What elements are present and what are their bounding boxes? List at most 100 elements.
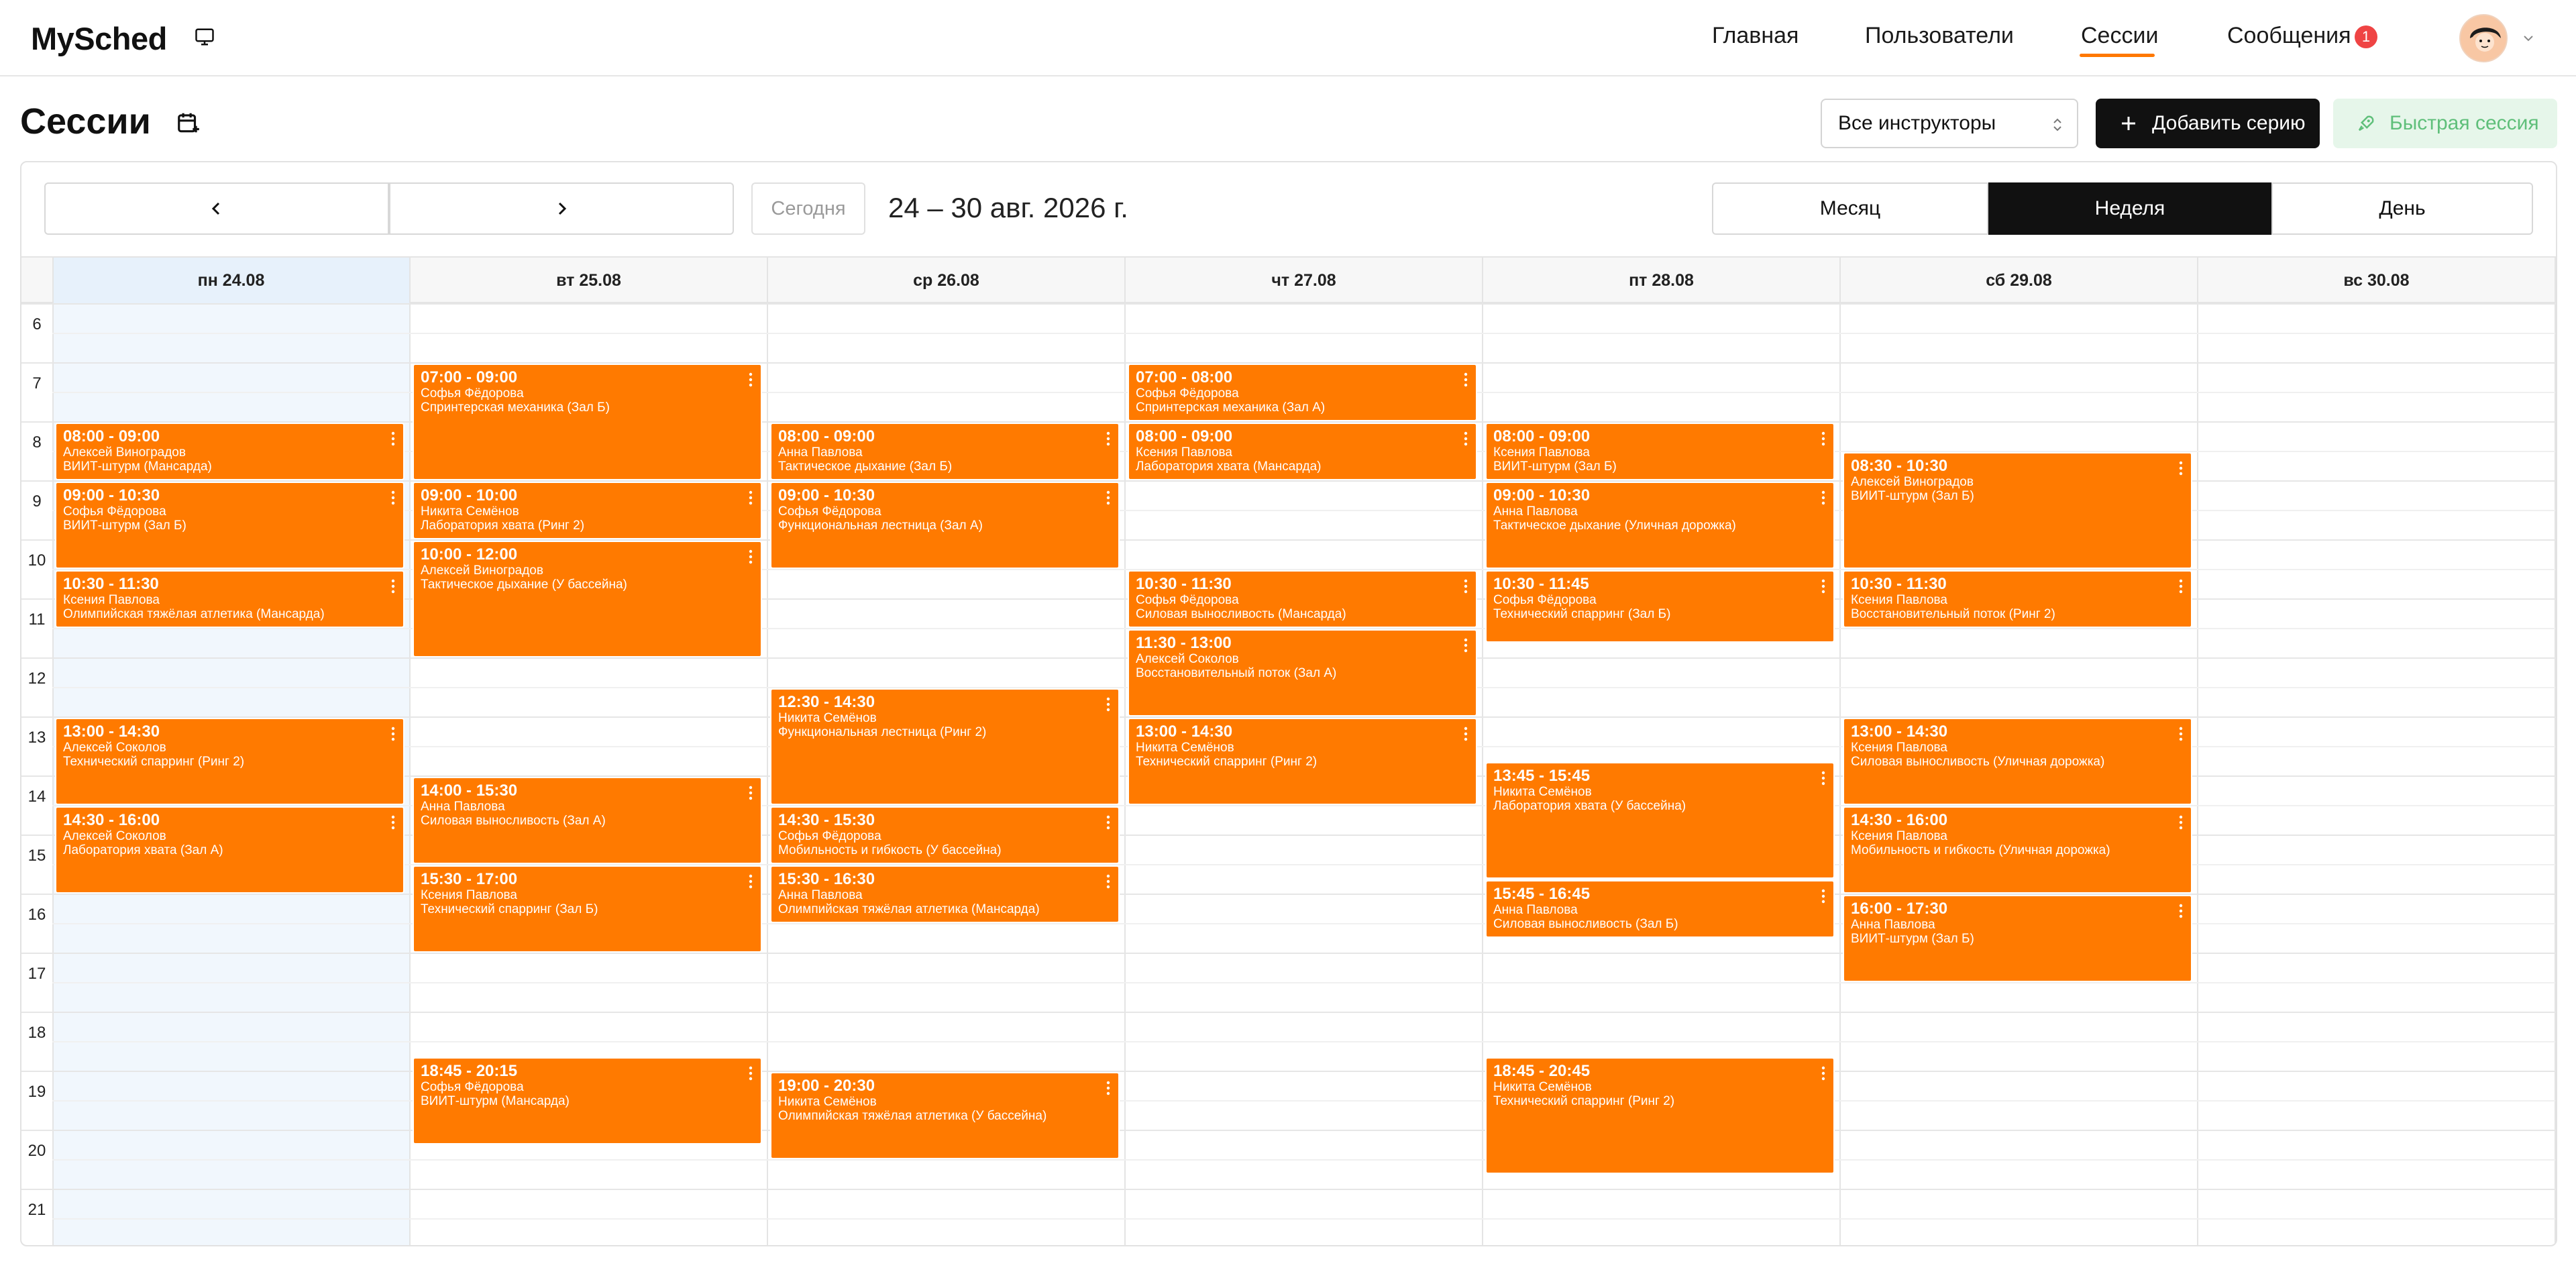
session-event[interactable]: 10:30 - 11:45 Софья Фёдорова Технический с… [1485, 570, 1835, 643]
more-vertical-icon[interactable] [1106, 873, 1110, 890]
session-event[interactable]: 07:00 - 08:00 Софья Фёдорова Спринтерская … [1128, 364, 1477, 421]
more-vertical-icon[interactable] [2179, 460, 2183, 476]
session-event[interactable]: 10:30 - 11:30 Софья Фёдорова Силовая вынос… [1128, 570, 1477, 628]
session-event[interactable]: 13:45 - 15:45 Никита Семёнов Лаборатория х… [1485, 762, 1835, 879]
event-title: Функциональная лестница (Ринг 2) [778, 725, 987, 739]
event-time: 13:00 - 14:30 [63, 722, 160, 741]
more-vertical-icon[interactable] [391, 814, 395, 830]
next-week-button[interactable] [389, 182, 734, 235]
more-vertical-icon[interactable] [1821, 578, 1825, 594]
more-vertical-icon[interactable] [391, 578, 395, 594]
calendar-plus-icon[interactable] [176, 110, 201, 136]
nav-users[interactable]: Пользователи [1865, 23, 2014, 49]
nav-messages[interactable]: Сообщения [2227, 23, 2351, 49]
more-vertical-icon[interactable] [1106, 696, 1110, 712]
more-vertical-icon[interactable] [1106, 814, 1110, 830]
session-event[interactable]: 10:30 - 11:30 Ксения Павлова Олимпийская т… [55, 570, 405, 628]
event-title: Тактическое дыхание (У бассейна) [421, 578, 627, 592]
more-vertical-icon[interactable] [749, 490, 753, 506]
session-event[interactable]: 15:45 - 16:45 Анна Павлова Силовая выносли… [1485, 880, 1835, 938]
event-title: Технический спарринг (Ринг 2) [1493, 1094, 1675, 1108]
more-vertical-icon[interactable] [749, 372, 753, 388]
more-vertical-icon[interactable] [1106, 490, 1110, 506]
more-vertical-icon[interactable] [1821, 431, 1825, 447]
view-month-button[interactable]: Месяц [1712, 182, 1988, 235]
day-header[interactable]: вс 30.08 [2198, 258, 2555, 303]
more-vertical-icon[interactable] [1464, 431, 1468, 447]
session-event[interactable]: 07:00 - 09:00 Софья Фёдорова Спринтерская … [413, 364, 762, 480]
nav-sessions[interactable]: Сессии [2081, 23, 2158, 49]
more-vertical-icon[interactable] [1821, 1065, 1825, 1081]
more-vertical-icon[interactable] [2179, 578, 2183, 594]
view-week-button[interactable]: Неделя [1988, 182, 2271, 235]
session-event[interactable]: 08:00 - 09:00 Анна Павлова Тактическое дых… [770, 423, 1120, 480]
session-event[interactable]: 14:00 - 15:30 Анна Павлова Силовая выносли… [413, 777, 762, 864]
session-event[interactable]: 09:00 - 10:30 Анна Павлова Тактическое дых… [1485, 482, 1835, 569]
session-event[interactable]: 15:30 - 17:00 Ксения Павлова Технический с… [413, 865, 762, 953]
day-header[interactable]: ср 26.08 [767, 258, 1125, 303]
more-vertical-icon[interactable] [1464, 372, 1468, 388]
event-time: 13:00 - 14:30 [1136, 722, 1233, 741]
session-event[interactable]: 18:45 - 20:15 Софья Фёдорова ВИИТ-штурм (М… [413, 1057, 762, 1144]
more-vertical-icon[interactable] [1106, 1080, 1110, 1096]
more-vertical-icon[interactable] [1464, 578, 1468, 594]
session-event[interactable]: 10:00 - 12:00 Алексей Виноградов Тактическ… [413, 541, 762, 657]
more-vertical-icon[interactable] [1821, 770, 1825, 786]
monitor-icon[interactable] [195, 27, 215, 47]
instructor-select[interactable]: Все инструкторы [1821, 99, 2078, 148]
session-event[interactable]: 14:30 - 16:00 Ксения Павлова Мобильность и… [1843, 806, 2192, 894]
session-event[interactable]: 15:30 - 16:30 Анна Павлова Олимпийская тяж… [770, 865, 1120, 923]
session-event[interactable]: 14:30 - 15:30 Софья Фёдорова Мобильность и… [770, 806, 1120, 864]
session-event[interactable]: 12:30 - 14:30 Никита Семёнов Функциональна… [770, 688, 1120, 805]
session-event[interactable]: 13:00 - 14:30 Никита Семёнов Технический с… [1128, 718, 1477, 805]
view-day-button[interactable]: День [2271, 182, 2533, 235]
session-event[interactable]: 11:30 - 13:00 Алексей Соколов Восстановите… [1128, 629, 1477, 716]
add-series-button[interactable]: Добавить серию [2096, 99, 2320, 148]
session-event[interactable]: 10:30 - 11:30 Ксения Павлова Восстановител… [1843, 570, 2192, 628]
session-event[interactable]: 13:00 - 14:30 Ксения Павлова Силовая вынос… [1843, 718, 2192, 805]
session-event[interactable]: 19:00 - 20:30 Никита Семёнов Олимпийская т… [770, 1072, 1120, 1159]
chevron-down-icon[interactable] [2522, 32, 2534, 44]
more-vertical-icon[interactable] [2179, 903, 2183, 919]
more-vertical-icon[interactable] [2179, 726, 2183, 742]
quick-session-button[interactable]: Быстрая сессия [2333, 99, 2557, 148]
session-event[interactable]: 08:00 - 09:00 Алексей Виноградов ВИИТ-штур… [55, 423, 405, 480]
day-header[interactable]: сб 29.08 [1840, 258, 2198, 303]
rocket-icon [2358, 115, 2374, 131]
event-instructor: Ксения Павлова [1493, 445, 1591, 460]
more-vertical-icon[interactable] [749, 785, 753, 801]
day-header[interactable]: пт 28.08 [1483, 258, 1840, 303]
more-vertical-icon[interactable] [1464, 637, 1468, 653]
more-vertical-icon[interactable] [2179, 814, 2183, 830]
prev-week-button[interactable] [44, 182, 389, 235]
more-vertical-icon[interactable] [1821, 888, 1825, 904]
day-header[interactable]: вт 25.08 [410, 258, 767, 303]
session-event[interactable]: 18:45 - 20:45 Никита Семёнов Технический с… [1485, 1057, 1835, 1174]
session-event[interactable]: 09:00 - 10:00 Никита Семёнов Лаборатория х… [413, 482, 762, 539]
more-vertical-icon[interactable] [391, 431, 395, 447]
more-vertical-icon[interactable] [1106, 431, 1110, 447]
session-event[interactable]: 13:00 - 14:30 Алексей Соколов Технический … [55, 718, 405, 805]
user-avatar[interactable] [2459, 14, 2508, 62]
event-time: 14:30 - 15:30 [778, 811, 875, 829]
session-event[interactable]: 09:00 - 10:30 Софья Фёдорова Функциональна… [770, 482, 1120, 569]
session-event[interactable]: 08:30 - 10:30 Алексей Виноградов ВИИТ-штур… [1843, 452, 2192, 569]
session-event[interactable]: 14:30 - 16:00 Алексей Соколов Лаборатория … [55, 806, 405, 894]
session-event[interactable]: 08:00 - 09:00 Ксения Павлова Лаборатория х… [1128, 423, 1477, 480]
more-vertical-icon[interactable] [391, 726, 395, 742]
more-vertical-icon[interactable] [749, 549, 753, 565]
more-vertical-icon[interactable] [749, 873, 753, 890]
session-event[interactable]: 16:00 - 17:30 Анна Павлова ВИИТ-штурм (Зал… [1843, 895, 2192, 982]
today-button[interactable]: Сегодня [751, 182, 865, 235]
session-event[interactable]: 08:00 - 09:00 Ксения Павлова ВИИТ-штурм (З… [1485, 423, 1835, 480]
day-header[interactable]: пн 24.08 [52, 258, 410, 303]
more-vertical-icon[interactable] [1821, 490, 1825, 506]
session-event[interactable]: 09:00 - 10:30 Софья Фёдорова ВИИТ-штурм (З… [55, 482, 405, 569]
more-vertical-icon[interactable] [749, 1065, 753, 1081]
day-header[interactable]: чт 27.08 [1125, 258, 1483, 303]
more-vertical-icon[interactable] [391, 490, 395, 506]
more-vertical-icon[interactable] [1464, 726, 1468, 742]
app-logo[interactable]: MySched [31, 20, 167, 57]
avatar-face-icon [2461, 15, 2506, 61]
nav-home[interactable]: Главная [1712, 23, 1799, 49]
